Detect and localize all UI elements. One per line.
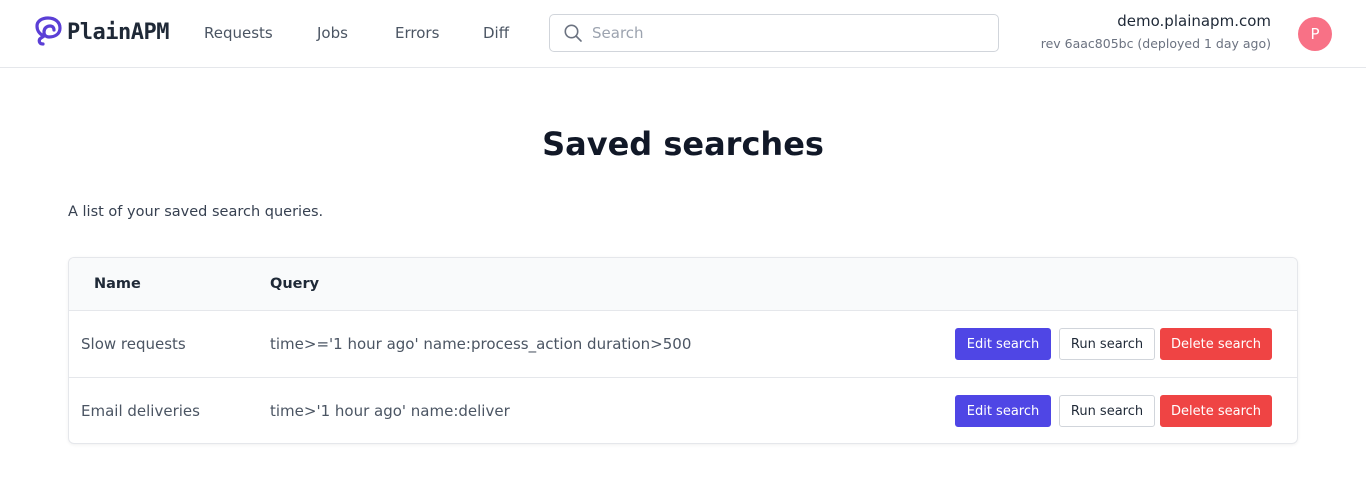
page-description: A list of your saved search queries.: [68, 204, 324, 220]
site-domain: demo.plainapm.com: [1117, 12, 1271, 30]
table-header: Name Query: [69, 258, 1297, 311]
user-avatar[interactable]: P: [1298, 17, 1332, 51]
search-input[interactable]: [592, 24, 992, 42]
site-info: demo.plainapm.com rev 6aac805bc (deploye…: [1041, 12, 1271, 51]
deploy-revision: rev 6aac805bc (deployed 1 day ago): [1040, 36, 1271, 51]
column-header-query: Query: [270, 276, 320, 292]
app-name: PlainAPM: [67, 19, 169, 45]
nav-item-requests[interactable]: Requests: [204, 24, 273, 42]
table-row: Email deliveries time>'1 hour ago' name:…: [69, 378, 1297, 443]
nav-item-jobs[interactable]: Jobs: [317, 24, 348, 42]
table-row: Slow requests time>='1 hour ago' name:pr…: [69, 311, 1297, 378]
search-name: Slow requests: [81, 335, 186, 353]
search-query: time>'1 hour ago' name:deliver: [270, 402, 510, 420]
search-box[interactable]: [549, 14, 999, 52]
plainapm-logo-icon: [35, 16, 62, 46]
row-actions: Edit search Run search Delete search: [955, 395, 1272, 427]
top-navigation-bar: PlainAPM Requests Jobs Errors Diff demo.…: [0, 0, 1366, 68]
search-name: Email deliveries: [81, 402, 200, 420]
delete-search-button[interactable]: Delete search: [1160, 395, 1272, 427]
edit-search-button[interactable]: Edit search: [955, 395, 1051, 427]
nav-item-diff[interactable]: Diff: [483, 24, 509, 42]
row-actions: Edit search Run search Delete search: [955, 328, 1272, 360]
saved-searches-table: Name Query Slow requests time>='1 hour a…: [68, 257, 1298, 444]
delete-search-button[interactable]: Delete search: [1160, 328, 1272, 360]
column-header-name: Name: [94, 276, 141, 292]
run-search-button[interactable]: Run search: [1059, 328, 1155, 360]
app-logo[interactable]: PlainAPM: [35, 15, 169, 49]
search-icon: [564, 24, 582, 42]
run-search-button[interactable]: Run search: [1059, 395, 1155, 427]
search-query: time>='1 hour ago' name:process_action d…: [270, 335, 692, 353]
edit-search-button[interactable]: Edit search: [955, 328, 1051, 360]
nav-item-errors[interactable]: Errors: [395, 24, 439, 42]
page-title: Saved searches: [542, 125, 824, 163]
